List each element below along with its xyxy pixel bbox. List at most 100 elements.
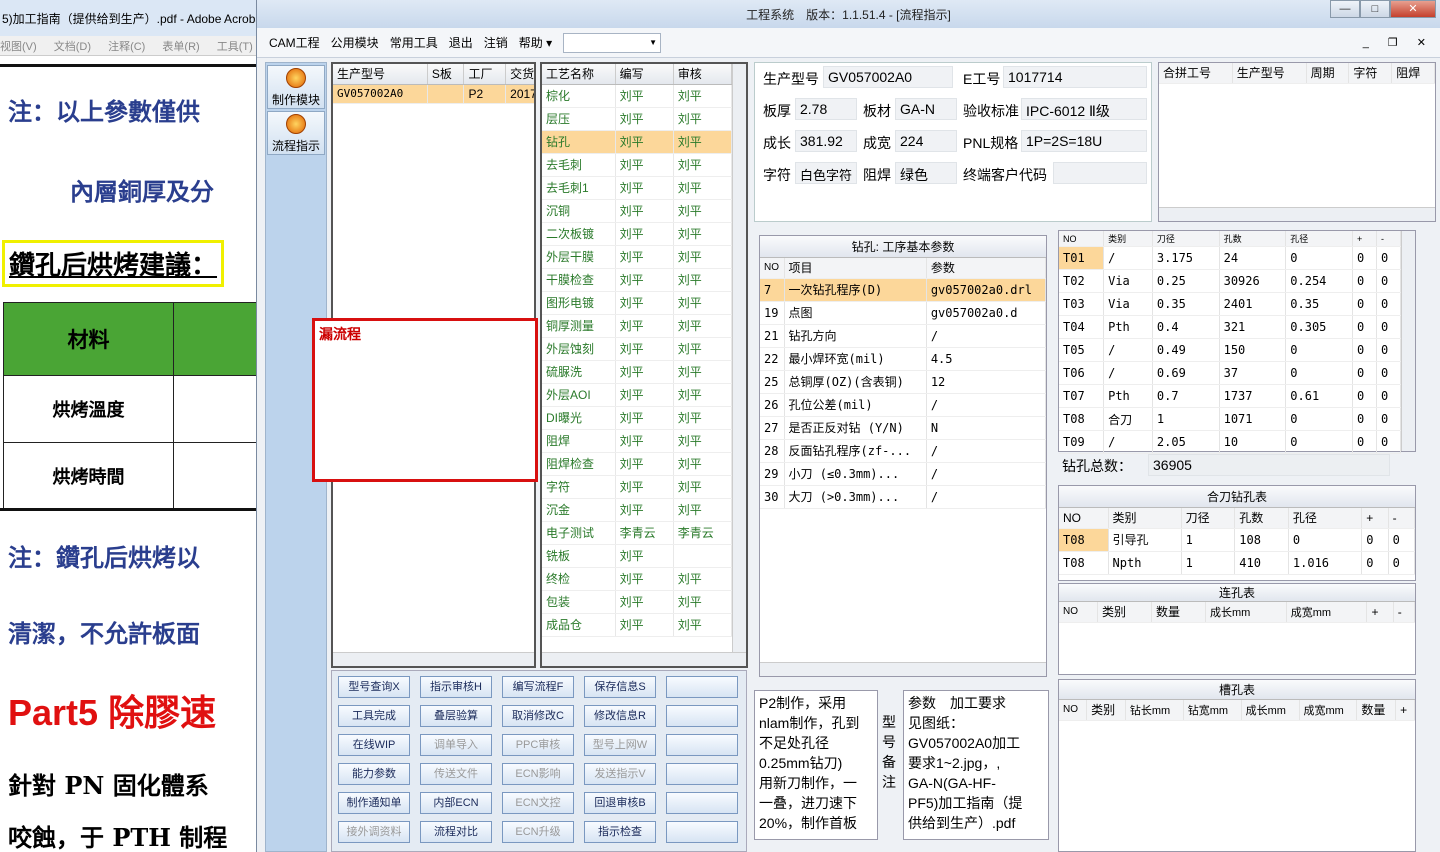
col-header[interactable]: 生产型号 — [333, 64, 428, 85]
col-header[interactable]: 刀径 — [1181, 508, 1236, 529]
col-header[interactable]: 孔数 — [1219, 231, 1287, 247]
table-row[interactable]: 图形电镀 刘平 刘平 — [542, 291, 733, 315]
table-row[interactable]: 钻孔 刘平 刘平 — [542, 130, 733, 154]
vertical-scrollbar[interactable] — [1401, 231, 1415, 451]
action-button[interactable]: 制作通知单 — [338, 792, 410, 814]
col-header[interactable]: 类别 — [1103, 231, 1153, 247]
table-row[interactable]: 22 最小焊环宽(mil) 4.5 — [760, 347, 1047, 371]
col-header[interactable]: NO — [1059, 231, 1105, 247]
col-header[interactable]: - — [1388, 508, 1416, 529]
close-button[interactable]: ✕ — [1390, 0, 1436, 18]
action-button[interactable]: 指示检查 — [584, 821, 656, 843]
table-row[interactable]: 28 反面钻孔程序(zf-... / — [760, 439, 1047, 463]
table-row[interactable]: 去毛刺1 刘平 刘平 — [542, 176, 733, 200]
nav-make-module[interactable]: 制作模块 — [267, 65, 325, 109]
table-row[interactable]: T07 Pth 0.7 1737 0.61 0 0 — [1059, 384, 1402, 408]
table-row[interactable]: 27 是否正反对钻 (Y/N) N — [760, 416, 1047, 440]
col-header[interactable]: 类别 — [1108, 508, 1182, 529]
model-field[interactable]: GV057002A0 — [823, 66, 953, 88]
horizontal-scrollbar[interactable] — [1159, 207, 1435, 221]
col-header[interactable]: NO — [1059, 602, 1098, 623]
table-row[interactable]: T08 Npth 1 410 1.016 0 0 — [1059, 551, 1416, 575]
table-row[interactable]: T05/0.49 150 0 0 0 — [1059, 338, 1402, 362]
col-header[interactable]: 孔数 — [1234, 508, 1289, 529]
col-header[interactable]: 成长mm — [1205, 602, 1287, 623]
remark-left-text[interactable]: P2制作，采用 nlam制作，孔到 不足处孔径 0.25mm钻刀) 用新刀制作，… — [754, 690, 878, 840]
table-row[interactable]: GV057002A0 P2 2017/ — [333, 84, 534, 104]
action-button[interactable]: 型号上网W — [584, 734, 656, 756]
table-row[interactable]: 29 小刀 (≤0.3mm)... / — [760, 462, 1047, 486]
minimize-button[interactable]: — — [1330, 0, 1360, 18]
table-row[interactable]: 7 一次钻孔程序(D) gv057002a0.drl — [760, 278, 1047, 302]
col-header[interactable]: 类别 — [1097, 602, 1152, 623]
col-header[interactable]: NO — [1059, 508, 1109, 529]
col-header[interactable]: - — [1393, 602, 1416, 623]
col-header[interactable]: 钻宽mm — [1183, 700, 1242, 721]
eno-field[interactable]: 1017714 — [1003, 66, 1147, 88]
table-row[interactable]: 字符 刘平 刘平 — [542, 475, 733, 499]
col-header[interactable]: 成宽mm — [1286, 602, 1368, 623]
width-field[interactable]: 224 — [895, 130, 957, 152]
action-button[interactable]: 在线WIP — [338, 734, 410, 756]
col-header[interactable]: 孔径 — [1285, 231, 1353, 247]
action-button[interactable]: 调单导入 — [420, 734, 492, 756]
vertical-scrollbar[interactable] — [732, 64, 746, 666]
nav-flow-instruction[interactable]: 流程指示 — [267, 111, 325, 155]
table-row[interactable]: T06/0.69 37 0 0 0 — [1059, 361, 1402, 385]
table-row[interactable]: 21 钻孔方向 / — [760, 324, 1047, 348]
table-row[interactable]: 26 孔位公差(mil) / — [760, 393, 1047, 417]
maximize-button[interactable]: □ — [1360, 0, 1390, 18]
table-row[interactable]: 干膜检查 刘平 刘平 — [542, 268, 733, 292]
char-field[interactable]: 白色字符 — [795, 162, 857, 184]
table-row[interactable]: 铜厚测量 刘平 刘平 — [542, 314, 733, 338]
action-button[interactable] — [666, 821, 738, 843]
col-header[interactable]: 成宽mm — [1299, 700, 1358, 721]
table-row[interactable]: 去毛刺 刘平 刘平 — [542, 153, 733, 177]
col-header[interactable]: 生产型号 — [1232, 63, 1307, 84]
action-button[interactable] — [666, 792, 738, 814]
action-button[interactable]: 接外调资料 — [338, 821, 410, 843]
action-button[interactable]: 修改信息R — [584, 705, 656, 727]
table-row[interactable]: DI曝光 刘平 刘平 — [542, 406, 733, 430]
col-header[interactable]: 钻长mm — [1125, 700, 1184, 721]
table-row[interactable]: T08 引导孔 1 108 0 0 0 — [1059, 528, 1416, 552]
table-row[interactable]: 外层蚀刻 刘平 刘平 — [542, 337, 733, 361]
col-header[interactable]: 参数 — [926, 258, 1047, 279]
col-header[interactable]: NO — [1059, 700, 1088, 721]
table-row[interactable]: 电子测试 李青云 李青云 — [542, 521, 733, 545]
pdf-menu-form[interactable]: 表单(R) — [162, 41, 199, 53]
pdf-menu-view[interactable]: 视图(V) — [0, 41, 37, 53]
col-header[interactable]: 孔径 — [1288, 508, 1363, 529]
action-button[interactable]: 取消修改C — [502, 705, 574, 727]
col-header[interactable]: + — [1395, 700, 1415, 721]
customer-code-field[interactable] — [1053, 162, 1147, 184]
table-row[interactable]: 沉铜 刘平 刘平 — [542, 199, 733, 223]
action-button[interactable]: ECN影响 — [502, 763, 574, 785]
action-button[interactable]: 指示审核H — [420, 676, 492, 698]
action-button[interactable]: PPC审核 — [502, 734, 574, 756]
table-row[interactable]: 外层AOI 刘平 刘平 — [542, 383, 733, 407]
table-row[interactable]: T01/3.175 24 0 0 0 — [1059, 246, 1402, 270]
table-row[interactable]: 硫脲洗 刘平 刘平 — [542, 360, 733, 384]
action-button[interactable]: ECN文控 — [502, 792, 574, 814]
col-header[interactable]: 合拼工号 — [1159, 63, 1233, 84]
action-button[interactable]: 发送指示V — [584, 763, 656, 785]
table-row[interactable]: 终检 刘平 刘平 — [542, 567, 733, 591]
table-row[interactable]: 铣板 刘平 — [542, 544, 733, 568]
action-button[interactable]: 型号查询X — [338, 676, 410, 698]
action-button[interactable]: 叠层验算 — [420, 705, 492, 727]
menu-cam[interactable]: CAM工程 — [269, 34, 320, 51]
action-button[interactable] — [666, 763, 738, 785]
col-header[interactable]: + — [1361, 508, 1389, 529]
material-field[interactable]: GA-N — [895, 98, 957, 120]
col-header[interactable]: 字符 — [1348, 63, 1393, 84]
pdf-menu-tools[interactable]: 工具(T) — [217, 41, 253, 53]
length-field[interactable]: 381.92 — [795, 130, 857, 152]
table-row[interactable]: T03 Via 0.35 2401 0.35 0 0 — [1059, 292, 1402, 316]
table-row[interactable]: 二次板镀 刘平 刘平 — [542, 222, 733, 246]
action-button[interactable] — [666, 734, 738, 756]
mdi-controls[interactable]: _ ❐ ✕ — [1363, 36, 1434, 49]
table-row[interactable]: 棕化 刘平 刘平 — [542, 84, 733, 108]
action-button[interactable]: 内部ECN — [420, 792, 492, 814]
col-header[interactable]: 刀径 — [1152, 231, 1220, 247]
